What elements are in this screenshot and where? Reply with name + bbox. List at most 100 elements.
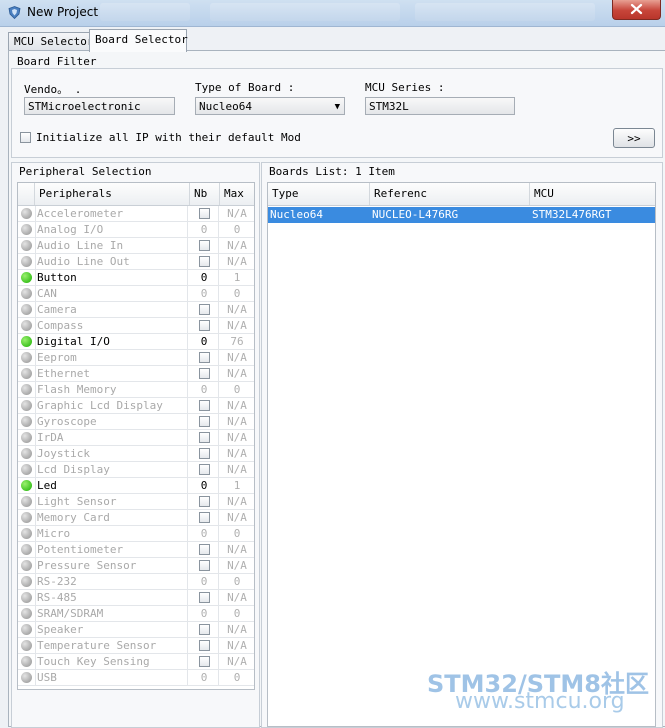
peripheral-max: N/A [227,559,247,572]
peripheral-nb[interactable]: 0 [190,574,219,590]
peripheral-max: N/A [227,543,247,556]
peripheral-row[interactable]: Memory Card N/A [18,510,254,526]
peripheral-enable-checkbox[interactable] [199,320,210,331]
peripheral-row[interactable]: Touch Key Sensing N/A [18,654,254,670]
peripheral-row[interactable]: Pressure Sensor N/A [18,558,254,574]
peripheral-enable-checkbox[interactable] [199,304,210,315]
header-type[interactable]: Type [268,183,370,205]
peripheral-row[interactable]: Audio Line In N/A [18,238,254,254]
tab-board-selector[interactable]: Board Selector [89,29,188,52]
peripheral-enable-checkbox[interactable] [199,448,210,459]
peripheral-enable-checkbox[interactable] [199,352,210,363]
peripheral-row[interactable]: Potentiometer N/A [18,542,254,558]
board-reference: NUCLEO-L476RG [372,208,459,221]
peripheral-row[interactable]: USB 0 0 [18,670,254,686]
header-peripherals[interactable]: Peripherals [35,183,190,205]
peripheral-row[interactable]: IrDA N/A [18,430,254,446]
peripheral-nb[interactable]: 0 [190,270,219,286]
peripheral-row[interactable]: Compass N/A [18,318,254,334]
peripheral-enable-checkbox[interactable] [199,400,210,411]
peripheral-name: Graphic Lcd Display [35,398,188,414]
peripheral-enable-checkbox[interactable] [199,208,210,219]
peripheral-enable-checkbox[interactable] [199,592,210,603]
status-dot-icon [21,480,32,491]
peripheral-row[interactable]: Graphic Lcd Display N/A [18,398,254,414]
peripheral-row[interactable]: RS-232 0 0 [18,574,254,590]
peripheral-nb-cell [190,622,219,638]
peripheral-enable-checkbox[interactable] [199,464,210,475]
status-dot-icon [21,528,32,539]
status-dot-icon [21,288,32,299]
status-dot-icon [21,464,32,475]
peripheral-name: Flash Memory [35,382,188,398]
status-dot-icon [21,400,32,411]
peripheral-enable-checkbox[interactable] [199,656,210,667]
peripheral-max: N/A [227,431,247,444]
peripheral-enable-checkbox[interactable] [199,256,210,267]
peripheral-row[interactable]: CAN 0 0 [18,286,254,302]
peripheral-enable-checkbox[interactable] [199,544,210,555]
peripheral-nb[interactable]: 0 [190,222,219,238]
peripheral-name: Lcd Display [35,462,188,478]
peripheral-nb[interactable]: 0 [190,526,219,542]
vendor-field[interactable]: STMicroelectronic [24,97,175,115]
peripheral-nb-cell [190,430,219,446]
header-reference[interactable]: Referenc [370,183,530,205]
peripheral-row[interactable]: Eeprom N/A [18,350,254,366]
peripheral-enable-checkbox[interactable] [199,560,210,571]
peripheral-max: 0 [233,527,241,540]
peripheral-row[interactable]: SRAM/SDRAM 0 0 [18,606,254,622]
expand-button-label: >> [627,132,641,145]
peripheral-name: RS-485 [35,590,188,606]
peripheral-row[interactable]: RS-485 N/A [18,590,254,606]
peripheral-nb[interactable]: 0 [190,478,219,494]
peripheral-row[interactable]: Ethernet N/A [18,366,254,382]
peripheral-enable-checkbox[interactable] [199,432,210,443]
init-ip-checkbox[interactable] [20,132,31,143]
peripheral-row[interactable]: Micro 0 0 [18,526,254,542]
type-of-board-combo[interactable]: Nucleo64 ▼ [195,97,345,115]
close-button[interactable] [612,0,661,20]
peripheral-max: N/A [227,415,247,428]
peripheral-row[interactable]: Joystick N/A [18,446,254,462]
peripheral-row[interactable]: Camera N/A [18,302,254,318]
peripheral-enable-checkbox[interactable] [199,512,210,523]
peripheral-enable-checkbox[interactable] [199,624,210,635]
peripheral-enable-checkbox[interactable] [199,368,210,379]
peripheral-max: N/A [227,447,247,460]
peripheral-max: N/A [227,463,247,476]
peripheral-row[interactable]: Led 0 1 [18,478,254,494]
header-nb[interactable]: Nb [190,183,220,205]
peripheral-enable-checkbox[interactable] [199,416,210,427]
peripheral-row[interactable]: Audio Line Out N/A [18,254,254,270]
peripheral-nb-cell [190,558,219,574]
peripheral-nb[interactable]: 0 [190,286,219,302]
peripheral-row[interactable]: Analog I/O 0 0 [18,222,254,238]
peripheral-nb[interactable]: 0 [190,670,219,686]
peripheral-row[interactable]: Lcd Display N/A [18,462,254,478]
header-mcu[interactable]: MCU [530,183,655,205]
peripheral-row[interactable]: Temperature Sensor N/A [18,638,254,654]
tab-mcu-selector[interactable]: MCU Selector [8,32,94,51]
tab-label: MCU Selector [14,35,94,48]
chevron-down-icon: ▼ [334,102,340,112]
peripheral-row[interactable]: Light Sensor N/A [18,494,254,510]
peripheral-row[interactable]: Flash Memory 0 0 [18,382,254,398]
peripheral-max: N/A [227,255,247,268]
peripheral-enable-checkbox[interactable] [199,640,210,651]
peripheral-enable-checkbox[interactable] [199,496,210,507]
peripheral-row[interactable]: Button 0 1 [18,270,254,286]
peripheral-row[interactable]: Digital I/O 0 76 [18,334,254,350]
header-max[interactable]: Max [220,183,254,205]
peripheral-nb[interactable]: 0 [190,382,219,398]
peripheral-row[interactable]: Speaker N/A [18,622,254,638]
peripheral-nb[interactable]: 0 [190,334,219,350]
mcu-series-field[interactable]: STM32L [365,97,515,115]
board-row[interactable]: Nucleo64 NUCLEO-L476RG STM32L476RGT [268,207,655,223]
expand-button[interactable]: >> [613,128,655,148]
peripheral-row[interactable]: Gyroscope N/A [18,414,254,430]
peripheral-nb[interactable]: 0 [190,606,219,622]
peripheral-row[interactable]: Accelerometer N/A [18,206,254,222]
peripheral-enable-checkbox[interactable] [199,240,210,251]
status-dot-icon [21,448,32,459]
